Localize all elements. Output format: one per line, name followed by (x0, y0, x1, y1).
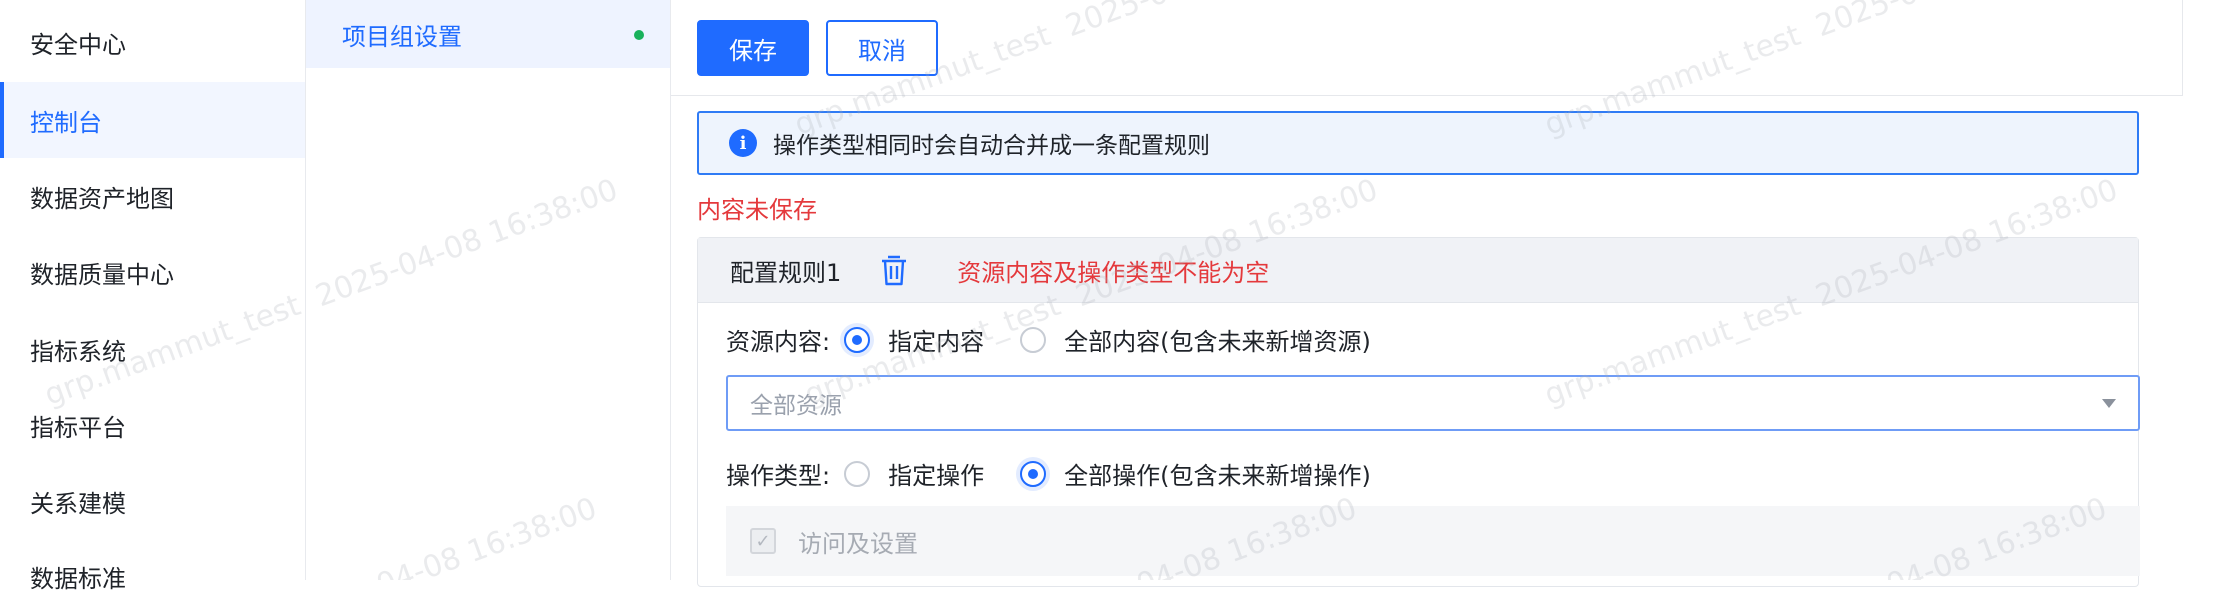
settings-item-project-group[interactable]: 项目组设置 (306, 0, 670, 68)
operation-type-row: 操作类型: 指定操作 全部操作(包含未来新增操作) (726, 456, 1407, 491)
rule-editor-panel: 保存 取消 i 操作类型相同时会自动合并成一条配置规则 内容未保存 配置规则1 … (671, 0, 2183, 587)
toolbar: 保存 取消 (671, 0, 2183, 96)
nav-item-relation-modeling[interactable]: 关系建模 (0, 463, 305, 539)
nav-item-label: 数据资产地图 (30, 184, 174, 213)
radio-specified-operation[interactable] (844, 460, 871, 487)
info-message: 操作类型相同时会自动合并成一条配置规则 (773, 133, 1210, 159)
select-placeholder: 全部资源 (750, 393, 842, 419)
radio-label: 指定内容 (888, 328, 985, 356)
radio-all-content[interactable] (1020, 326, 1047, 353)
info-icon: i (729, 129, 757, 157)
resource-content-label: 资源内容: (726, 328, 831, 356)
operation-type-label: 操作类型: (726, 462, 831, 490)
nav-item-label: 安全中心 (30, 30, 126, 59)
radio-label: 全部内容(包含未来新增资源) (1064, 328, 1371, 356)
status-dot (634, 30, 644, 40)
nav-item-data-quality-center[interactable]: 数据质量中心 (0, 234, 305, 310)
radio-specified-content[interactable] (844, 326, 871, 353)
nav-item-label: 指标平台 (30, 413, 126, 442)
nav-item-label: 数据标准 (30, 564, 126, 593)
settings-list: 项目组设置 (306, 0, 671, 580)
nav-item-label: 数据质量中心 (30, 260, 174, 289)
rule-header: 配置规则1 资源内容及操作类型不能为空 (698, 238, 2138, 303)
resource-content-row: 资源内容: 指定内容 全部内容(包含未来新增资源) (726, 322, 1407, 357)
rule-error-message: 资源内容及操作类型不能为空 (957, 258, 1270, 287)
rule-title: 配置规则1 (730, 258, 842, 287)
chevron-down-icon (2102, 399, 2116, 408)
rule-card: 配置规则1 资源内容及操作类型不能为空 资源内容: 指定内容 全部内容(包含未来… (697, 237, 2140, 587)
checkbox-label: 访问及设置 (798, 529, 918, 558)
nav-item-label: 关系建模 (30, 489, 126, 518)
save-button[interactable]: 保存 (697, 20, 809, 76)
permission-list: ✓ 访问及设置 (726, 506, 2140, 576)
info-banner: i 操作类型相同时会自动合并成一条配置规则 (697, 111, 2139, 175)
nav-item-data-asset-map[interactable]: 数据资产地图 (0, 158, 305, 234)
unsaved-warning: 内容未保存 (697, 196, 817, 224)
radio-label: 全部操作(包含未来新增操作) (1064, 462, 1371, 490)
nav-item-label: 控制台 (30, 108, 102, 137)
checkbox-access-settings[interactable]: ✓ (750, 528, 776, 554)
radio-label: 指定操作 (888, 462, 985, 490)
nav-item-label: 指标系统 (30, 337, 126, 366)
left-nav: 安全中心 控制台 数据资产地图 数据质量中心 指标系统 指标平台 关系建模 数据… (0, 0, 306, 593)
trash-icon[interactable] (877, 253, 911, 287)
cancel-button[interactable]: 取消 (826, 20, 938, 76)
nav-item-console[interactable]: 控制台 (0, 82, 305, 158)
nav-item-data-standard[interactable]: 数据标准 (0, 538, 305, 614)
settings-item-label: 项目组设置 (342, 22, 462, 51)
nav-item-metric-system[interactable]: 指标系统 (0, 311, 305, 387)
resource-select[interactable]: 全部资源 (726, 375, 2140, 431)
radio-all-operations[interactable] (1020, 460, 1047, 487)
nav-item-metric-platform[interactable]: 指标平台 (0, 387, 305, 463)
nav-item-security-center[interactable]: 安全中心 (0, 4, 305, 80)
